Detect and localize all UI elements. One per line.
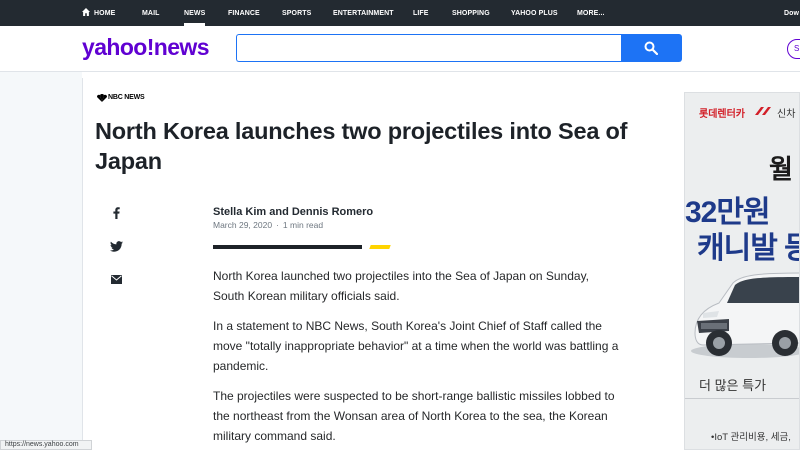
- meta-separator: ·: [276, 220, 279, 230]
- read-time: 1 min read: [282, 220, 324, 230]
- home-icon: [82, 8, 90, 16]
- page-background: [0, 72, 82, 450]
- share-email[interactable]: [108, 271, 124, 287]
- ad-headline-1: 월: [769, 154, 793, 184]
- nav-finance[interactable]: FINANCE: [228, 0, 260, 26]
- car-image-icon: [691, 272, 799, 358]
- nav-yahoo-plus[interactable]: YAHOO PLUS: [511, 0, 558, 26]
- facebook-icon: [112, 207, 120, 219]
- search-input[interactable]: [236, 34, 622, 62]
- share-twitter[interactable]: [108, 238, 124, 254]
- nav-more[interactable]: MORE...: [577, 0, 605, 26]
- ad-brand-mark-icon: [755, 107, 771, 115]
- ad-more-text: 더 많은 특가: [699, 378, 767, 393]
- sign-in-button[interactable]: S: [787, 39, 800, 59]
- advertisement[interactable]: 롯데렌터카 신차 월 32만원 캐니발 등 더 많은 특가 •IoT 관리비용,…: [684, 92, 800, 450]
- ad-divider: [685, 398, 799, 399]
- nav-mail[interactable]: MAIL: [142, 0, 160, 26]
- nav-home[interactable]: HOME: [82, 0, 115, 26]
- nav-dow[interactable]: Dow: [784, 0, 799, 26]
- byline-rule: [213, 245, 362, 249]
- yahoo-news-logo[interactable]: yahoo!news: [82, 34, 210, 61]
- article-paragraph: In a statement to NBC News, South Korea'…: [213, 319, 619, 373]
- nav-life[interactable]: LIFE: [413, 0, 429, 26]
- nav-entertainment[interactable]: ENTERTAINMENT: [333, 0, 394, 26]
- top-navigation: HOME MAIL NEWS FINANCE SPORTS ENTERTAINM…: [0, 0, 800, 26]
- ad-footer-text: •IoT 관리비용, 세금,: [711, 432, 791, 443]
- ad-headline-3: 캐니발 등: [697, 232, 800, 265]
- article-paragraph: North Korea launched two projectiles int…: [213, 269, 590, 303]
- nav-sports[interactable]: SPORTS: [282, 0, 311, 26]
- ad-brand-sub: 신차: [777, 109, 796, 120]
- search-button[interactable]: [621, 34, 682, 62]
- source-name: NBC NEWS: [108, 94, 145, 101]
- nbc-peacock-icon: [96, 94, 108, 102]
- twitter-icon: [109, 240, 123, 252]
- ad-brand: 롯데렌터카: [699, 109, 745, 120]
- article-paragraph: The projectiles were suspected to be sho…: [213, 389, 615, 443]
- article-meta: March 29, 2020 · 1 min read: [213, 220, 323, 230]
- nav-shopping[interactable]: SHOPPING: [452, 0, 490, 26]
- browser-status-bar: https://news.yahoo.com: [0, 440, 92, 450]
- search-icon: [644, 41, 658, 55]
- article-authors[interactable]: Stella Kim and Dennis Romero: [213, 206, 373, 218]
- article-border: [82, 78, 83, 450]
- share-facebook[interactable]: [108, 205, 124, 221]
- nav-news[interactable]: NEWS: [184, 0, 206, 26]
- publish-date: March 29, 2020: [213, 220, 273, 230]
- mail-icon: [110, 274, 122, 284]
- article-headline: North Korea launches two projectiles int…: [95, 118, 628, 174]
- byline-accent: [369, 245, 391, 249]
- header: yahoo!news S: [0, 26, 800, 72]
